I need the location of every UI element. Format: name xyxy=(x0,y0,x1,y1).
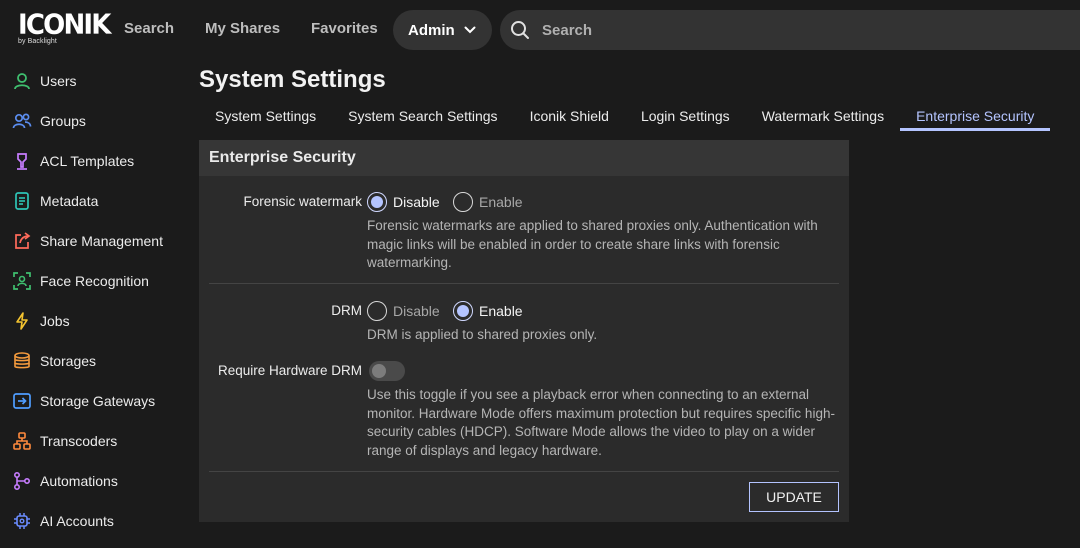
radio-circle-selected xyxy=(367,192,387,212)
face-scan-icon xyxy=(12,271,32,291)
radio-label: Enable xyxy=(479,194,523,210)
app-root: ICONIK by Backlight Search My Shares Fav… xyxy=(0,0,1080,548)
sidebar-item-storages[interactable]: Storages xyxy=(0,341,190,381)
tab-iconik-shield[interactable]: Iconik Shield xyxy=(514,103,625,131)
sidebar-item-label: Share Management xyxy=(40,233,163,249)
sidebar-item-face-recognition[interactable]: Face Recognition xyxy=(0,261,190,301)
drm-disable-radio[interactable]: Disable xyxy=(367,301,440,321)
radio-circle xyxy=(453,192,473,212)
iconik-logo[interactable]: ICONIK by Backlight xyxy=(18,9,111,50)
sidebar-item-label: Storages xyxy=(40,353,97,369)
chevron-down-icon xyxy=(464,26,476,34)
sidebar-item-label: Jobs xyxy=(40,313,70,329)
tab-watermark-settings[interactable]: Watermark Settings xyxy=(746,103,900,131)
nav-search[interactable]: Search xyxy=(124,20,174,37)
sidebar-item-jobs[interactable]: Jobs xyxy=(0,301,190,341)
document-icon xyxy=(12,191,32,211)
sidebar-item-label: Storage Gateways xyxy=(40,393,156,409)
sidebar-item-label: Face Recognition xyxy=(40,273,149,289)
sidebar-item-label: Automations xyxy=(40,473,118,489)
share-icon xyxy=(12,231,32,251)
automation-icon xyxy=(12,471,32,491)
logo-wordmark: ICONIK xyxy=(18,9,111,41)
top-bar: ICONIK by Backlight Search My Shares Fav… xyxy=(0,0,1080,60)
sidebar-item-ai-accounts[interactable]: AI Accounts xyxy=(0,501,190,541)
global-search[interactable] xyxy=(500,10,1080,50)
tab-login-settings[interactable]: Login Settings xyxy=(625,103,746,131)
hardware-drm-help-text: Use this toggle if you see a playback er… xyxy=(367,387,835,458)
tab-system-settings[interactable]: System Settings xyxy=(199,103,332,131)
radio-label: Enable xyxy=(479,303,523,319)
panel-title: Enterprise Security xyxy=(199,140,849,176)
database-icon xyxy=(12,351,32,371)
page-title: System Settings xyxy=(199,66,386,93)
drm-help-text: DRM is applied to shared proxies only. xyxy=(367,327,598,342)
forensic-enable-radio[interactable]: Enable xyxy=(453,192,523,212)
sidebar-item-label: Groups xyxy=(40,113,86,129)
sidebar-item-acl-templates[interactable]: ACL Templates xyxy=(0,141,190,181)
group-icon xyxy=(12,111,32,131)
user-icon xyxy=(12,71,32,91)
radio-label: Disable xyxy=(393,194,440,210)
lightning-icon xyxy=(12,311,32,331)
ai-icon xyxy=(12,511,32,531)
search-input[interactable] xyxy=(542,21,942,39)
search-icon xyxy=(511,21,529,39)
sidebar-item-transcoders[interactable]: Transcoders xyxy=(0,421,190,461)
update-button[interactable]: UPDATE xyxy=(749,482,839,512)
gateway-icon xyxy=(12,391,32,411)
tab-enterprise-security[interactable]: Enterprise Security xyxy=(900,103,1051,131)
sidebar-item-label: Users xyxy=(40,73,77,89)
sidebar-item-groups[interactable]: Groups xyxy=(0,101,190,141)
sidebar-item-label: ACL Templates xyxy=(40,153,135,169)
tab-system-search-settings[interactable]: System Search Settings xyxy=(332,103,513,131)
radio-circle xyxy=(367,301,387,321)
drm-label: DRM xyxy=(331,303,362,318)
forensic-help-text: Forensic watermarks are applied to share… xyxy=(367,218,818,271)
lock-template-icon xyxy=(12,151,32,171)
divider xyxy=(209,283,839,284)
sidebar-item-storage-gateways[interactable]: Storage Gateways xyxy=(0,381,190,421)
hardware-drm-toggle[interactable] xyxy=(369,361,405,381)
nav-admin-dropdown[interactable]: Admin xyxy=(393,10,492,50)
hardware-drm-label: Require Hardware DRM xyxy=(217,363,362,378)
radio-circle-selected xyxy=(453,301,473,321)
sidebar-item-label: Transcoders xyxy=(40,433,118,449)
radio-label: Disable xyxy=(393,303,440,319)
settings-tabs: System Settings System Search Settings I… xyxy=(199,103,1051,131)
forensic-watermark-label: Forensic watermark xyxy=(243,194,362,209)
toggle-knob xyxy=(372,364,386,378)
enterprise-security-panel: Enterprise Security Forensic watermark D… xyxy=(199,140,849,522)
sidebar-item-share-management[interactable]: Share Management xyxy=(0,221,190,261)
nav-favorites[interactable]: Favorites xyxy=(311,20,378,37)
divider xyxy=(209,471,839,472)
sidebar-item-label: AI Accounts xyxy=(40,513,114,529)
sidebar-item-users[interactable]: Users xyxy=(0,61,190,101)
sidebar-item-automations[interactable]: Automations xyxy=(0,461,190,501)
sidebar: Users Groups ACL Templates Metadata Shar… xyxy=(0,61,190,541)
transcoder-icon xyxy=(12,431,32,451)
nav-admin-label: Admin xyxy=(408,21,455,39)
drm-enable-radio[interactable]: Enable xyxy=(453,301,523,321)
nav-my-shares[interactable]: My Shares xyxy=(205,20,280,37)
sidebar-item-label: Metadata xyxy=(40,193,99,209)
sidebar-item-metadata[interactable]: Metadata xyxy=(0,181,190,221)
forensic-disable-radio[interactable]: Disable xyxy=(367,192,440,212)
